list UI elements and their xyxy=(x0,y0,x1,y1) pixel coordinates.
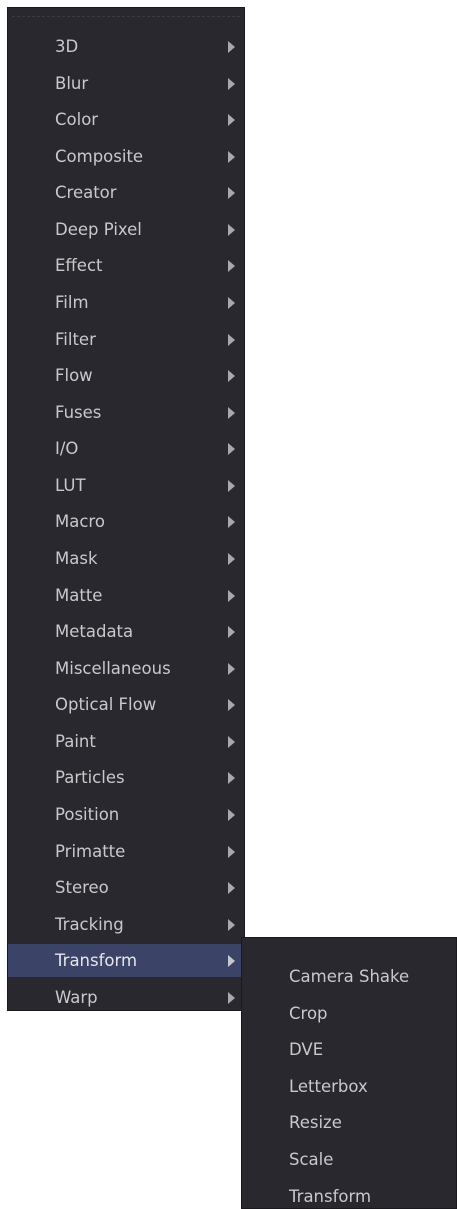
chevron-right-icon xyxy=(228,333,235,346)
menu-item-label: Matte xyxy=(55,585,103,605)
menu-item-effect[interactable]: Effect xyxy=(8,249,244,282)
menu-item-label: Filter xyxy=(55,329,96,349)
menu-item-mask[interactable]: Mask xyxy=(8,542,244,575)
menu-item-label: Effect xyxy=(55,256,103,276)
menu-item-fuses[interactable]: Fuses xyxy=(8,396,244,429)
menu-item-particles[interactable]: Particles xyxy=(8,761,244,794)
chevron-right-icon xyxy=(228,296,235,309)
menu-item-composite[interactable]: Composite xyxy=(8,140,244,173)
menu-item-label: Blur xyxy=(55,73,89,93)
menu-item-miscellaneous[interactable]: Miscellaneous xyxy=(8,652,244,685)
chevron-right-icon xyxy=(228,772,235,785)
menu-item-label: Deep Pixel xyxy=(55,219,142,239)
menu-item-paint[interactable]: Paint xyxy=(8,725,244,758)
chevron-right-icon xyxy=(228,406,235,419)
menu-separator xyxy=(12,16,240,17)
menu-item-label: Miscellaneous xyxy=(55,658,171,678)
menu-item-label: Warp xyxy=(55,987,98,1007)
submenu-item-resize[interactable]: Resize xyxy=(242,1106,456,1139)
menu-item-label: Film xyxy=(55,292,89,312)
submenu-item-dve[interactable]: DVE xyxy=(242,1033,456,1066)
chevron-right-icon xyxy=(228,260,235,273)
menu-item-label: Composite xyxy=(55,146,144,166)
menu-item-label: Optical Flow xyxy=(55,695,157,715)
menu-item-label: Position xyxy=(55,804,120,824)
chevron-right-icon xyxy=(228,223,235,236)
menu-item-label: Fuses xyxy=(55,402,102,422)
chevron-right-icon xyxy=(228,662,235,675)
menu-item-label: Transform xyxy=(55,951,138,971)
chevron-right-icon xyxy=(228,552,235,565)
menu-item-optical-flow[interactable]: Optical Flow xyxy=(8,688,244,721)
menu-item-lut[interactable]: LUT xyxy=(8,469,244,502)
submenu-item-label: Crop xyxy=(289,1003,328,1023)
menu-item-label: I/O xyxy=(55,439,79,459)
menu-item-label: LUT xyxy=(55,475,86,495)
chevron-right-icon xyxy=(228,991,235,1004)
menu-item-label: 3D xyxy=(55,37,79,56)
chevron-right-icon xyxy=(228,150,235,163)
menu-item-label: Mask xyxy=(55,548,98,568)
chevron-right-icon xyxy=(228,918,235,931)
transform-submenu: Camera Shake Crop DVE Letterbox Resize Scale T… xyxy=(241,937,457,1209)
menu-item-tracking[interactable]: Tracking xyxy=(8,908,244,941)
submenu-item-label: Transform xyxy=(289,1186,372,1206)
menu-item-warp[interactable]: Warp xyxy=(8,981,244,1014)
menu-item-label: Color xyxy=(55,110,99,130)
menu-item-color[interactable]: Color xyxy=(8,103,244,136)
menu-item-film[interactable]: Film xyxy=(8,286,244,319)
submenu-item-scale[interactable]: Scale xyxy=(242,1143,456,1176)
menu-item-label: Primatte xyxy=(55,841,126,861)
chevron-right-icon xyxy=(228,370,235,383)
menu-item-3d[interactable]: 3D xyxy=(8,30,244,63)
menu-item-label: Particles xyxy=(55,768,125,788)
chevron-right-icon xyxy=(228,735,235,748)
menu-item-label: Creator xyxy=(55,183,117,203)
menu-item-blur[interactable]: Blur xyxy=(8,67,244,100)
chevron-right-icon xyxy=(228,955,235,968)
submenu-item-label: DVE xyxy=(289,1040,324,1060)
menu-item-label: Metadata xyxy=(55,622,134,642)
menu-item-label: Tracking xyxy=(55,914,124,934)
menu-item-matte[interactable]: Matte xyxy=(8,579,244,612)
chevron-right-icon xyxy=(228,479,235,492)
menu-item-transform[interactable]: Transform xyxy=(8,944,244,978)
menu-item-label: Stereo xyxy=(55,878,109,898)
submenu-item-label: Resize xyxy=(289,1113,342,1133)
menu-item-position[interactable]: Position xyxy=(8,798,244,831)
submenu-item-label: Camera Shake xyxy=(289,967,410,986)
chevron-right-icon xyxy=(228,808,235,821)
menu-item-macro[interactable]: Macro xyxy=(8,505,244,538)
menu-item-filter[interactable]: Filter xyxy=(8,323,244,356)
menu-item-stereo[interactable]: Stereo xyxy=(8,871,244,904)
chevron-right-icon xyxy=(228,516,235,529)
menu-item-primatte[interactable]: Primatte xyxy=(8,835,244,868)
submenu-item-crop[interactable]: Crop xyxy=(242,997,456,1030)
submenu-item-letterbox[interactable]: Letterbox xyxy=(242,1070,456,1103)
tools-menu: 3D Blur Color Composite Creator Deep Pixel Eff… xyxy=(7,7,245,1011)
submenu-item-camera-shake[interactable]: Camera Shake xyxy=(242,960,456,993)
chevron-right-icon xyxy=(228,882,235,895)
chevron-right-icon xyxy=(228,443,235,456)
menu-item-i-o[interactable]: I/O xyxy=(8,432,244,465)
submenu-item-transform[interactable]: Transform xyxy=(242,1180,456,1209)
chevron-right-icon xyxy=(228,589,235,602)
chevron-right-icon xyxy=(228,114,235,127)
submenu-item-label: Letterbox xyxy=(289,1076,368,1096)
menu-item-creator[interactable]: Creator xyxy=(8,176,244,209)
chevron-right-icon xyxy=(228,41,235,53)
chevron-right-icon xyxy=(228,699,235,712)
menu-item-label: Paint xyxy=(55,731,96,751)
menu-item-label: Macro xyxy=(55,512,105,532)
menu-item-deep-pixel[interactable]: Deep Pixel xyxy=(8,213,244,246)
menu-item-metadata[interactable]: Metadata xyxy=(8,615,244,648)
menu-item-flow[interactable]: Flow xyxy=(8,359,244,392)
submenu-item-label: Scale xyxy=(289,1150,334,1169)
chevron-right-icon xyxy=(228,845,235,858)
chevron-right-icon xyxy=(228,77,235,90)
menu-item-label: Flow xyxy=(55,366,93,386)
chevron-right-icon xyxy=(228,187,235,200)
chevron-right-icon xyxy=(228,626,235,639)
